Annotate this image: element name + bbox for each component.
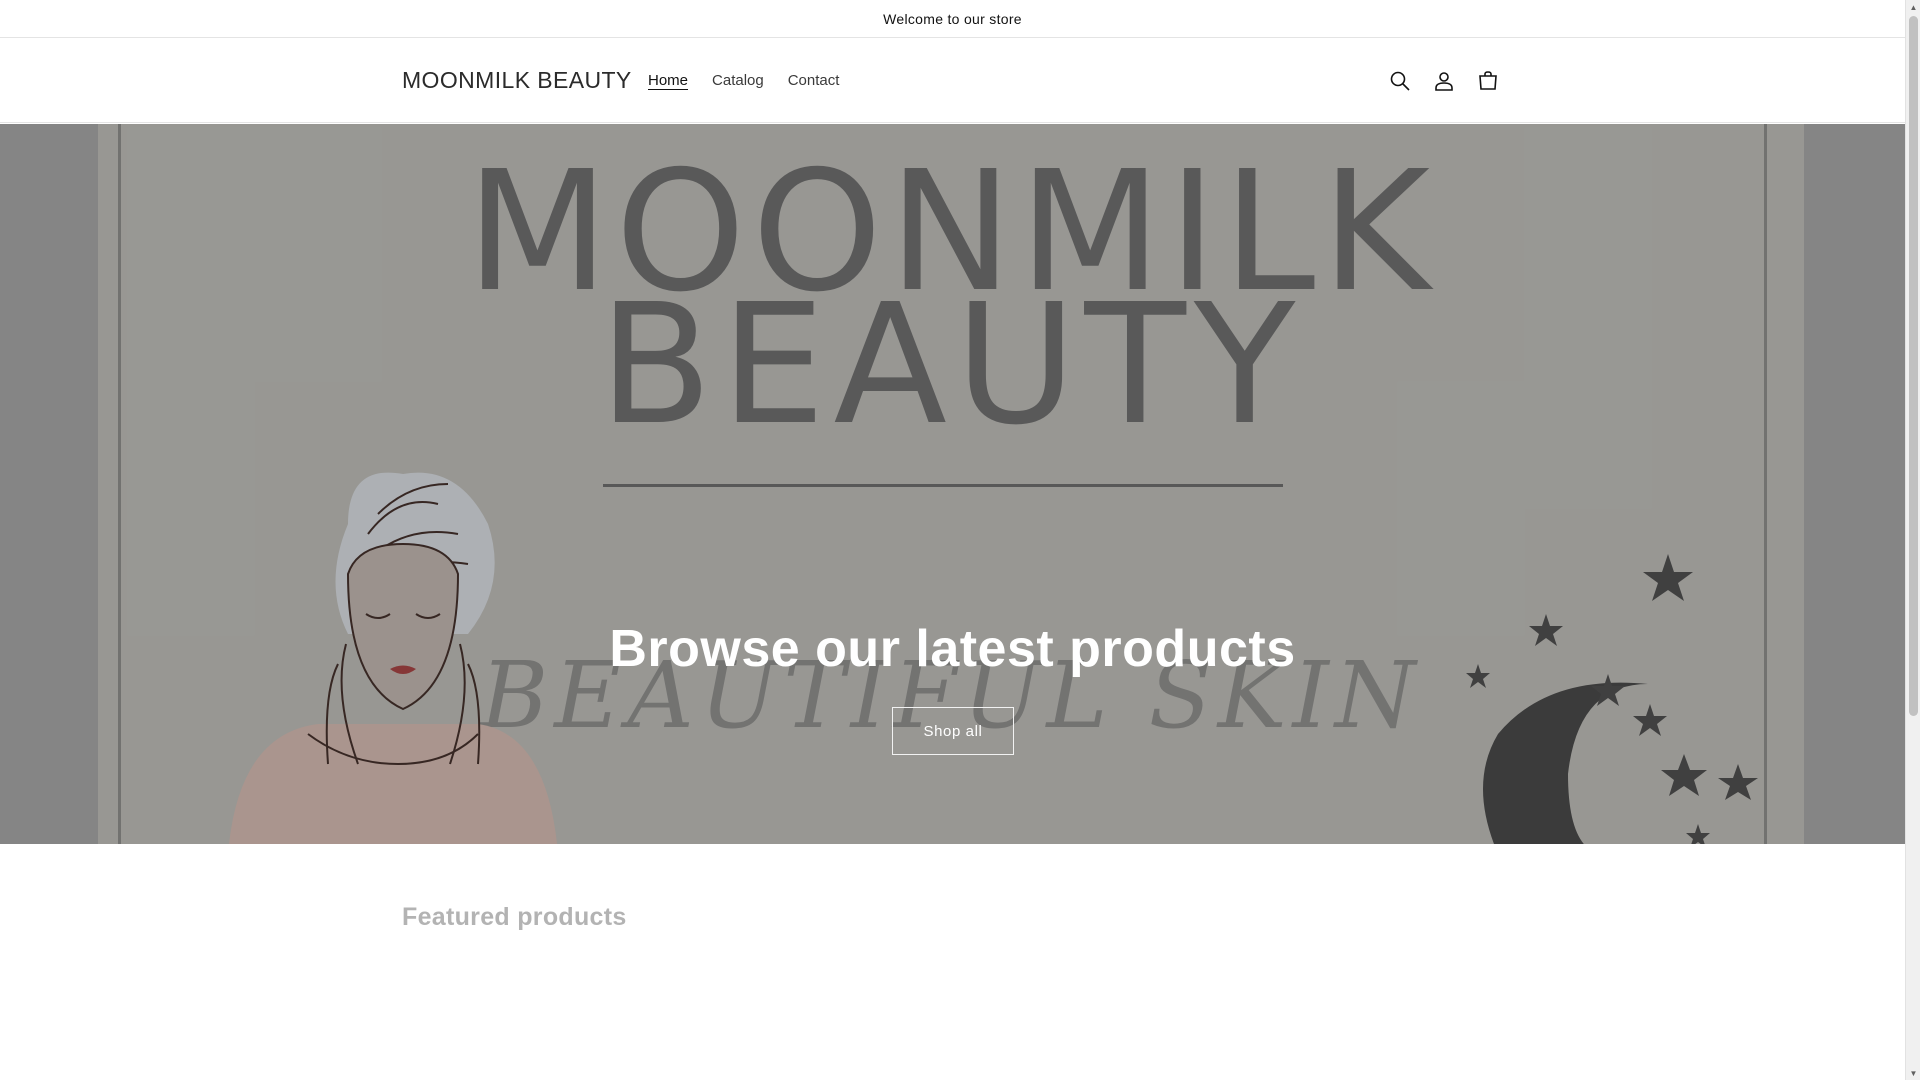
cart-button[interactable] bbox=[1466, 59, 1510, 103]
search-icon bbox=[1390, 71, 1410, 91]
cart-icon bbox=[1479, 70, 1497, 90]
store-logo[interactable]: MOONMILK BEAUTY bbox=[402, 38, 632, 123]
header-icons bbox=[1378, 38, 1510, 123]
announcement-bar: Welcome to our store bbox=[0, 0, 1905, 38]
scroll-up-arrow-icon[interactable]: ▲ bbox=[1906, 0, 1920, 14]
site-header: MOONMILK BEAUTY Home Catalog Contact bbox=[0, 38, 1905, 123]
search-button[interactable] bbox=[1378, 59, 1422, 103]
scroll-thumb[interactable] bbox=[1909, 16, 1918, 716]
account-icon bbox=[1435, 71, 1453, 91]
page-scrollbar[interactable]: ▲ ▼ bbox=[1905, 0, 1920, 1080]
hero-heading: Browse our latest products bbox=[609, 620, 1296, 678]
hero-content: Browse our latest products Shop all bbox=[0, 124, 1905, 844]
nav-item-home[interactable]: Home bbox=[636, 72, 700, 89]
store-page: Welcome to our store MOONMILK BEAUTY Hom… bbox=[0, 0, 1905, 1080]
featured-products-title: Featured products bbox=[402, 903, 627, 931]
nav-item-contact[interactable]: Contact bbox=[776, 72, 852, 89]
account-button[interactable] bbox=[1422, 59, 1466, 103]
shop-all-button[interactable]: Shop all bbox=[892, 707, 1014, 755]
nav-item-catalog[interactable]: Catalog bbox=[700, 72, 776, 89]
scroll-down-arrow-icon[interactable]: ▼ bbox=[1906, 1066, 1920, 1080]
main-nav: Home Catalog Contact bbox=[636, 38, 851, 123]
announcement-text: Welcome to our store bbox=[883, 10, 1022, 27]
hero-banner: MOONMILK BEAUTY BEAUTIFUL SKIN Browse ou… bbox=[0, 124, 1905, 844]
